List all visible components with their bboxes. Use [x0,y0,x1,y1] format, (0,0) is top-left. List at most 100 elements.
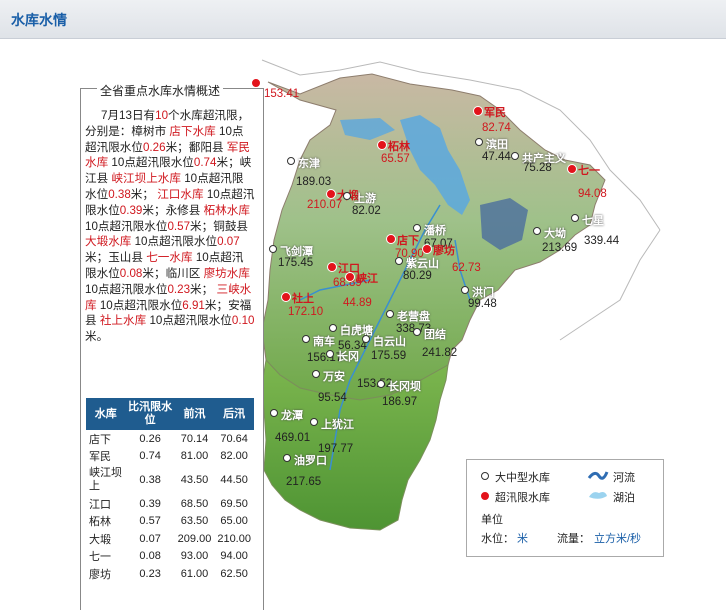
table-cell: 44.50 [220,473,248,486]
reservoir-marker[interactable] [413,328,421,336]
reservoir-marker[interactable] [386,310,394,318]
reservoir-name: 潘桥 [424,225,446,237]
table-cell: 0.26 [139,432,161,445]
table-row: 军民 0.74 81.00 82.00 [86,448,254,466]
reservoir-name: 龙潭 [281,410,303,422]
over-limit-marker[interactable] [326,189,336,199]
summary-segment: 米；永修县 [142,203,204,217]
table-row: 峡江坝上 0.38 43.50 44.50 [86,465,254,495]
summary-highlight: 6.91 [182,298,205,312]
legend-white-dot-icon [481,472,489,480]
over-limit-marker[interactable] [345,272,355,282]
summary-highlight: 廖坊水库 [203,266,250,280]
reservoir-marker[interactable] [461,286,469,294]
summary-segment: 米。 [85,330,109,344]
over-limit-marker[interactable] [422,244,432,254]
reservoir-marker[interactable] [362,335,370,343]
summary-segment: 米；鄱阳县 [165,140,227,154]
reservoir-level: 99.48 [468,298,497,310]
legend-river: 河流 [613,472,635,484]
summary-panel-title: 全省重点水库水情概述 [97,82,224,99]
reservoir-marker[interactable] [511,152,519,160]
reservoir-level: 44.89 [343,297,372,309]
legend-level-unit: 米 [517,533,528,545]
reservoir-marker[interactable] [312,370,320,378]
reservoir-level: 469.01 [275,432,311,444]
table-cell: 210.00 [217,532,251,545]
over-limit-marker[interactable] [473,106,483,116]
table-cell: 0.38 [139,473,161,486]
summary-highlight: 大塅水库 [85,235,132,249]
table-cell: 柘林 [89,516,111,529]
reservoir-name: 社上 [292,293,314,305]
reservoir-level: 186.97 [382,396,418,408]
reservoir-level: 95.54 [318,392,347,404]
reservoir-marker[interactable] [343,192,351,200]
reservoir-marker[interactable] [377,380,385,388]
summary-text: 7月13日有10个水库超汛限，分别是：樟树市 店下水库 10点超汛限水位0.26… [85,108,255,345]
summary-highlight: 0.07 [217,235,240,249]
summary-highlight: 江口水库 [157,187,204,201]
table-cell: 82.00 [220,450,248,463]
legend-medium-large: 大中型水库 [495,472,550,484]
summary-highlight: 社上水库 [99,314,147,328]
reservoir-marker[interactable] [310,418,318,426]
reservoir-level: 213.69 [542,242,578,254]
table-row: 店下 0.26 70.14 70.64 [86,430,254,448]
over-limit-marker[interactable] [386,234,396,244]
over-limit-marker[interactable] [251,78,261,88]
col-header-post-flood: 后汛 [214,398,254,430]
table-cell: 81.00 [180,450,209,463]
over-limit-marker[interactable] [567,164,577,174]
reservoir-level: 241.82 [422,347,458,359]
reservoir-marker[interactable] [413,224,421,232]
table-cell: 68.50 [180,497,209,510]
reservoir-name: 东津 [298,158,320,170]
reservoir-level: 175.59 [371,350,407,362]
reservoir-level: 82.02 [352,205,381,217]
table-cell: 廖坊 [89,568,111,581]
reservoir-level: 65.57 [381,153,410,165]
reservoir-name: 南车 [313,336,335,348]
reservoir-name: 滨田 [486,139,508,151]
summary-highlight: 柘林水库 [203,203,250,217]
summary-segment: 10点超汛限水位 [108,156,194,170]
reservoir-marker[interactable] [395,257,403,265]
legend-level-label: 水位： [481,533,514,545]
summary-highlight: 峡江坝上水库 [111,172,181,186]
summary-highlight: 0.74 [193,156,217,170]
summary-segment: 10点超汛限水位 [146,314,232,328]
reservoir-marker[interactable] [571,214,579,222]
lake-icon [589,492,607,499]
table-cell: 军民 [89,451,111,464]
reservoir-name: 军民 [484,107,506,119]
reservoir-marker[interactable] [287,157,295,165]
reservoir-level: 153.52 [357,378,393,390]
reservoir-level: 62.73 [452,262,481,274]
legend-unit-title: 单位 [481,514,503,526]
summary-highlight: 店下水库 [169,124,216,138]
reservoir-name: 廖坊 [433,245,455,257]
table-cell: 63.50 [180,515,209,528]
reservoir-marker[interactable] [329,324,337,332]
table-cell: 七一 [89,551,111,564]
legend-red-dot-icon [480,491,490,501]
reservoir-marker[interactable] [326,350,334,358]
reservoir-marker[interactable] [533,227,541,235]
reservoir-name: 上游 [354,193,376,205]
reservoir-marker[interactable] [302,335,310,343]
reservoir-marker[interactable] [475,138,483,146]
over-limit-marker[interactable] [281,292,291,302]
reservoir-marker[interactable] [283,454,291,462]
summary-segment: 10点超汛限水位 [96,298,183,312]
summary-segment: 米； [190,282,217,296]
col-header-reservoir: 水库 [86,398,126,430]
reservoir-name: 长冈 [337,351,359,363]
reservoir-marker[interactable] [270,409,278,417]
summary-segment: 米；临川区 [142,266,204,280]
over-limit-marker[interactable] [377,140,387,150]
reservoir-name: 店下 [397,235,419,247]
reservoir-marker[interactable] [269,245,277,253]
reservoir-level: 210.07 [307,199,343,211]
over-limit-marker[interactable] [327,262,337,272]
